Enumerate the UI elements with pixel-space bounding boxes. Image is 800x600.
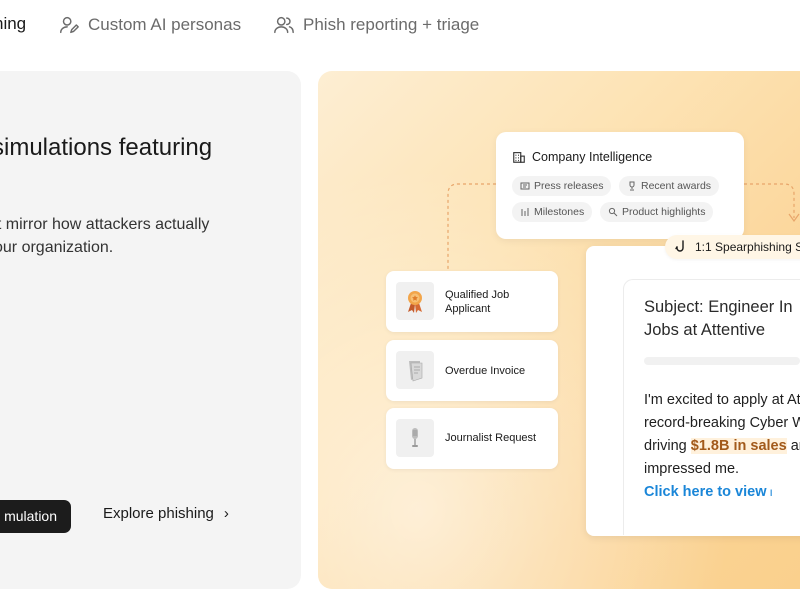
subject-line: Jobs at Attentive [644,321,766,339]
chevron-right-icon: › [223,505,229,522]
persona-edit-icon [60,16,79,34]
fishing-hook-icon [675,240,684,252]
tab-training[interactable]: hing [0,14,26,34]
text-cursor-icon: ı [769,485,773,499]
trophy-icon [629,181,635,191]
click-here-label: Click here to view [644,484,767,500]
email-body: I'm excited to apply at At record-breaki… [644,389,800,504]
tab-custom-ai-personas[interactable]: Custom AI personas [58,14,241,36]
persona-card-journalist-request[interactable]: Journalist Request [386,408,558,469]
users-icon [274,16,294,34]
hero-desc-line: our organization. [0,239,114,256]
body-line: I'm excited to apply at At [644,392,800,408]
chip-label: Press releases [534,180,604,192]
persona-label: Qualified Job Applicant [445,289,510,315]
persona-label: Overdue Invoice [445,365,526,377]
tab-label: hing [0,14,27,33]
award-ribbon-icon [408,291,422,313]
explore-phishing-link[interactable]: Explore phishing › [103,505,229,522]
persona-thumb [396,282,434,320]
chip-label: Recent awards [641,180,712,192]
chip-press-releases: Press releases [512,176,612,196]
body-text-segment: driving [644,438,691,454]
body-line: driving $1.8B in sales an [644,435,800,458]
persona-card-overdue-invoice[interactable]: Overdue Invoice [386,340,558,401]
email-divider [644,357,800,365]
search-icon [608,207,618,217]
tab-phish-reporting[interactable]: Phish reporting + triage [273,14,479,36]
milestone-icon [521,208,529,216]
body-line: record-breaking Cyber W [644,415,800,431]
hero-title: simulations featuring T [0,130,300,200]
persona-thumb [396,419,434,457]
chip-recent-awards: Recent awards [619,176,720,196]
chip-product-highlights: Product highlights [600,202,714,222]
start-simulation-button[interactable]: mulation [0,500,71,533]
company-intelligence-card: Company Intelligence Press releases Rece… [496,132,744,239]
spearphishing-badge: 1:1 Spearphishing S [665,235,800,259]
hero-desc-line: at mirror how attackers actually [0,216,210,233]
chip-milestones: Milestones [512,202,593,222]
spearphishing-label: 1:1 Spearphishing S [695,240,800,254]
tab-label: Phish reporting + triage [303,15,480,34]
hero-title-line: simulations featuring [0,134,213,161]
body-line: impressed me. [644,461,740,477]
click-here-link[interactable]: Click here to view ı [644,481,800,504]
email-subject: Subject: Engineer In Jobs at Attentive [644,296,800,342]
feature-tabs: hing Custom AI personas Phish reporting … [0,0,800,56]
body-text-segment: an [790,438,800,454]
company-intelligence-title: Company Intelligence [512,150,652,164]
persona-label: Journalist Request [445,432,537,444]
tab-label: Custom AI personas [88,15,242,34]
newspaper-icon [520,182,530,190]
hero-title-line: T [0,165,300,200]
explore-phishing-label: Explore phishing [103,505,214,522]
sales-highlight: $1.8B in sales [690,438,787,454]
hero-description: at mirror how attackers actually our org… [0,213,300,259]
subject-line: Subject: Engineer In [644,298,793,316]
company-intelligence-label: Company Intelligence [532,150,653,164]
persona-thumb [396,351,434,389]
invoice-icon [409,361,423,382]
microphone-icon [412,428,418,447]
building-icon [513,152,525,163]
chip-label: Milestones [534,206,585,218]
persona-card-job-applicant[interactable]: Qualified Job Applicant [386,271,558,332]
chip-label: Product highlights [622,206,706,218]
